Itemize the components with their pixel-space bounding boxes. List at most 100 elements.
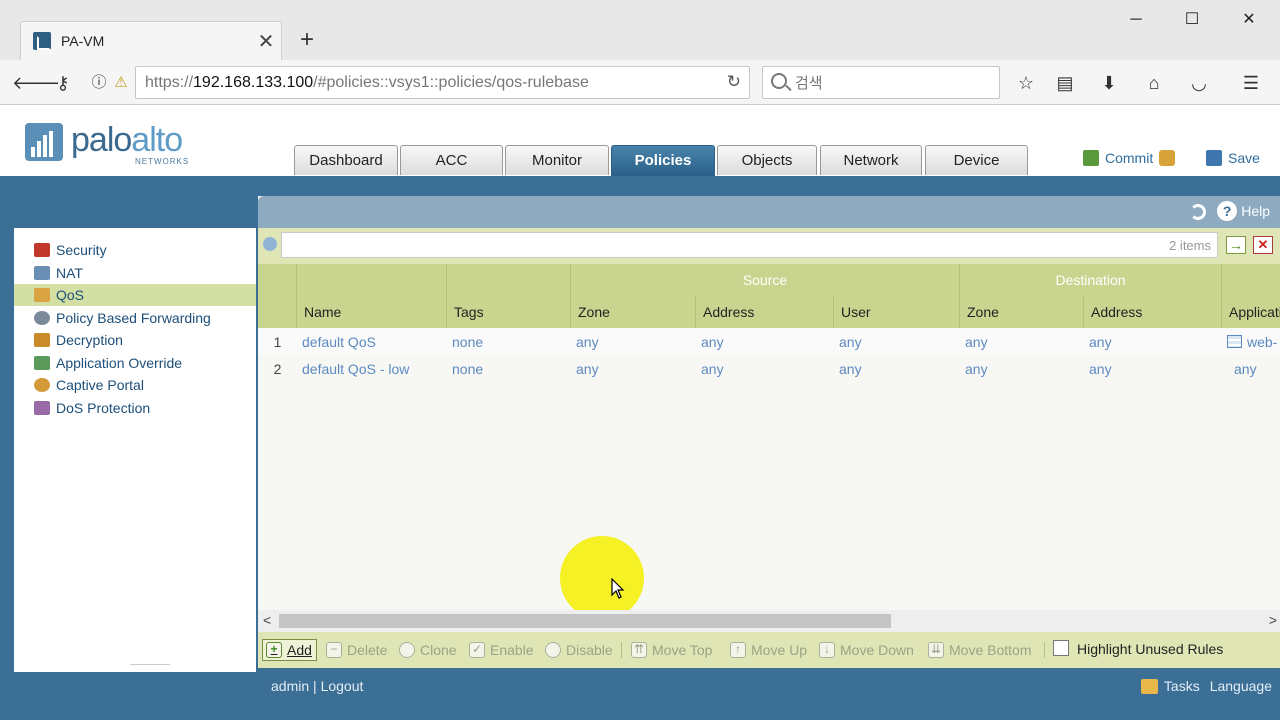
download-icon[interactable]: ⬇ (1094, 68, 1124, 98)
language-link[interactable]: Language (1210, 678, 1272, 694)
highlight-unused-checkbox[interactable] (1053, 640, 1069, 656)
delete-label: Delete (347, 642, 388, 658)
rule-application[interactable]: any (1222, 355, 1280, 382)
tab-device[interactable]: Device (925, 145, 1028, 175)
save-icon (1206, 150, 1222, 166)
lock-icon[interactable] (1159, 150, 1176, 166)
column-header-destination-address[interactable]: Address (1084, 296, 1222, 328)
column-header-destination-zone[interactable]: Zone (960, 296, 1084, 328)
delete-button[interactable]: − Delete (326, 639, 387, 661)
refresh-icon[interactable] (1190, 204, 1206, 220)
scroll-right-icon[interactable]: > (1269, 612, 1277, 628)
tab-policies[interactable]: Policies (611, 145, 715, 176)
rule-tags[interactable]: none (447, 355, 571, 382)
reading-list-icon[interactable]: ▤ (1050, 68, 1080, 98)
rule-actions-toolbar: + Add − Delete Clone ✓ Enable Disable ⇈ Move… (258, 632, 1280, 668)
bookmark-star-icon[interactable]: ☆ (1011, 68, 1041, 98)
move-up-button[interactable]: ↑ Move Up (730, 639, 807, 661)
sidebar-item-nat[interactable]: NAT (14, 262, 256, 284)
sidebar-item-decryption[interactable]: Decryption (14, 329, 256, 351)
sidebar-item-label: Decryption (56, 332, 123, 348)
tasks-link[interactable]: Tasks (1164, 678, 1200, 694)
apply-filter-button[interactable]: → (1226, 236, 1246, 254)
sidebar-resize-handle[interactable] (130, 664, 170, 670)
minimize-button[interactable]: ─ (1116, 6, 1156, 34)
browser-tab[interactable]: PA-VM ✕ (20, 21, 282, 60)
save-button[interactable]: Save (1206, 150, 1260, 166)
sidebar-item-captive-portal[interactable]: Captive Portal (14, 374, 256, 396)
disable-label: Disable (566, 642, 613, 658)
rule-tags[interactable]: none (447, 328, 571, 355)
rule-destination-zone[interactable]: any (960, 355, 1084, 382)
reload-icon[interactable]: ↻ (727, 72, 741, 92)
column-header-tags[interactable]: Tags (447, 296, 571, 328)
key-icon[interactable]: ⚷ (48, 68, 78, 98)
sidebar-item-app-override[interactable]: Application Override (14, 352, 256, 374)
browser-navbar: 🡐 ⚷ ⓘ ⚠ https://192.168.133.100/#policie… (0, 60, 1280, 105)
clear-filter-button[interactable]: ✕ (1253, 236, 1273, 254)
row-number: 1 (273, 333, 282, 350)
logout-link[interactable]: Logout (321, 678, 364, 694)
rule-name-link[interactable]: default QoS (297, 328, 447, 355)
rule-source-user[interactable]: any (834, 328, 960, 355)
disable-button[interactable]: Disable (545, 639, 613, 661)
filter-input[interactable]: 2 items (281, 232, 1218, 258)
search-input[interactable] (795, 72, 995, 94)
back-arrow-icon[interactable]: 🡐 (12, 68, 60, 98)
column-header-application[interactable]: Applicati (1222, 296, 1280, 328)
logo-word-2: alto (131, 121, 183, 159)
menu-icon[interactable]: ☰ (1236, 68, 1266, 98)
header-spacer (1222, 264, 1280, 296)
home-icon[interactable]: ⌂ (1139, 68, 1169, 98)
new-tab-button[interactable]: + (293, 26, 321, 54)
maximize-button[interactable]: ☐ (1172, 6, 1212, 34)
move-top-label: Move Top (652, 642, 713, 658)
lock-warning-icon[interactable]: ⚠ (106, 68, 136, 98)
commit-button[interactable]: Commit (1083, 150, 1181, 166)
column-header-source-zone[interactable]: Zone (571, 296, 696, 328)
tab-close-icon[interactable]: ✕ (251, 29, 281, 54)
rule-source-user[interactable]: any (834, 355, 960, 382)
rule-source-zone[interactable]: any (571, 355, 696, 382)
rule-destination-address[interactable]: any (1084, 328, 1222, 355)
rule-destination-address[interactable]: any (1084, 355, 1222, 382)
clone-icon (399, 642, 415, 658)
rule-destination-zone[interactable]: any (960, 328, 1084, 355)
move-bottom-button[interactable]: ⇊ Move Bottom (928, 639, 1031, 661)
scroll-left-icon[interactable]: < (263, 612, 271, 628)
scrollbar-thumb[interactable] (279, 614, 891, 628)
rule-application[interactable]: web- (1222, 328, 1280, 355)
sidebar-item-security[interactable]: Security (14, 239, 256, 261)
column-header-source-user[interactable]: User (834, 296, 960, 328)
sidebar-item-pbf[interactable]: Policy Based Forwarding (14, 307, 256, 329)
pocket-icon[interactable]: ◡ (1184, 68, 1214, 98)
table-row[interactable]: 2 default QoS - low none any any any any… (258, 355, 1280, 382)
enable-button[interactable]: ✓ Enable (469, 639, 534, 661)
move-top-button[interactable]: ⇈ Move Top (631, 639, 712, 661)
tab-monitor[interactable]: Monitor (505, 145, 609, 175)
rulebase-panel: ? Help 2 items → ✕ Source Destination Na… (258, 196, 1280, 706)
tab-objects[interactable]: Objects (717, 145, 817, 175)
column-header-name[interactable]: Name (297, 296, 447, 328)
move-down-button[interactable]: ↓ Move Down (819, 639, 914, 661)
sidebar-item-qos[interactable]: QoS (14, 284, 256, 306)
group-header-destination: Destination (960, 264, 1222, 296)
url-bar[interactable]: https://192.168.133.100/#policies::vsys1… (135, 66, 750, 99)
tab-network[interactable]: Network (820, 145, 922, 175)
column-header-source-address[interactable]: Address (696, 296, 834, 328)
close-window-button[interactable]: ✕ (1229, 6, 1269, 34)
help-button[interactable]: ? Help (1217, 201, 1270, 221)
table-row[interactable]: 1 default QoS none any any any any any w… (258, 328, 1280, 355)
rule-source-address[interactable]: any (696, 355, 834, 382)
rule-name-link[interactable]: default QoS - low (297, 355, 447, 382)
horizontal-scrollbar[interactable]: < > (258, 610, 1280, 632)
search-icon (771, 73, 787, 89)
tab-acc[interactable]: ACC (400, 145, 503, 175)
rule-source-zone[interactable]: any (571, 328, 696, 355)
rule-source-address[interactable]: any (696, 328, 834, 355)
add-button[interactable]: + Add (262, 639, 317, 661)
search-bar[interactable] (762, 66, 1000, 99)
clone-button[interactable]: Clone (399, 639, 457, 661)
tab-dashboard[interactable]: Dashboard (294, 145, 398, 175)
sidebar-item-dos-protection[interactable]: DoS Protection (14, 397, 256, 419)
